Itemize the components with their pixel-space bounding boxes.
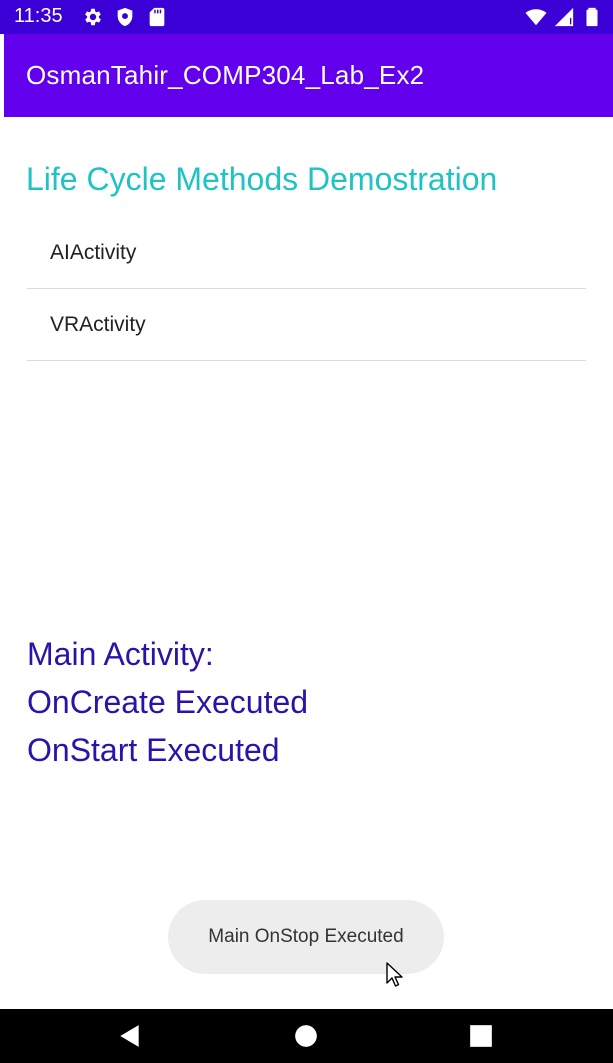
list-item-aiactivity[interactable]: AIActivity — [27, 217, 586, 289]
signal-icon — [553, 6, 575, 28]
toast-text: Main OnStop Executed — [208, 926, 404, 947]
gear-icon — [82, 6, 104, 28]
list-item-label: VRActivity — [50, 312, 146, 336]
page-heading: Life Cycle Methods Demostration — [26, 161, 498, 197]
home-icon[interactable] — [293, 1023, 319, 1049]
status-time: 11:35 — [14, 5, 63, 27]
sd-card-icon — [146, 6, 168, 28]
shield-icon — [114, 6, 136, 28]
app-title: OsmanTahir_COMP304_Lab_Ex2 — [26, 60, 425, 90]
lifecycle-line: OnStart Executed — [27, 732, 280, 768]
lifecycle-line: OnCreate Executed — [27, 684, 309, 720]
lifecycle-line: Main Activity: — [27, 636, 214, 672]
wifi-icon — [525, 6, 547, 28]
list-item-vractivity[interactable]: VRActivity — [27, 289, 586, 361]
lifecycle-log: Main Activity: OnCreate Executed OnStart… — [27, 630, 308, 774]
app-bar: OsmanTahir_COMP304_Lab_Ex2 — [4, 34, 613, 117]
status-bar: 11:35 — [0, 0, 613, 34]
battery-icon — [581, 6, 603, 28]
back-icon[interactable] — [117, 1023, 143, 1049]
list-item-label: AIActivity — [50, 240, 137, 264]
mouse-cursor-icon — [386, 962, 404, 988]
recents-icon[interactable] — [468, 1023, 494, 1049]
navigation-bar — [0, 1009, 613, 1063]
main-content: Life Cycle Methods Demostration AIActivi… — [4, 117, 609, 1009]
status-icons-right — [525, 6, 603, 28]
phone-screen: 11:35 OsmanTahir_COMP304_Lab_Ex2 Life Cy… — [0, 0, 613, 1063]
status-icons-left — [82, 6, 168, 28]
activity-list: AIActivity VRActivity — [27, 217, 586, 361]
